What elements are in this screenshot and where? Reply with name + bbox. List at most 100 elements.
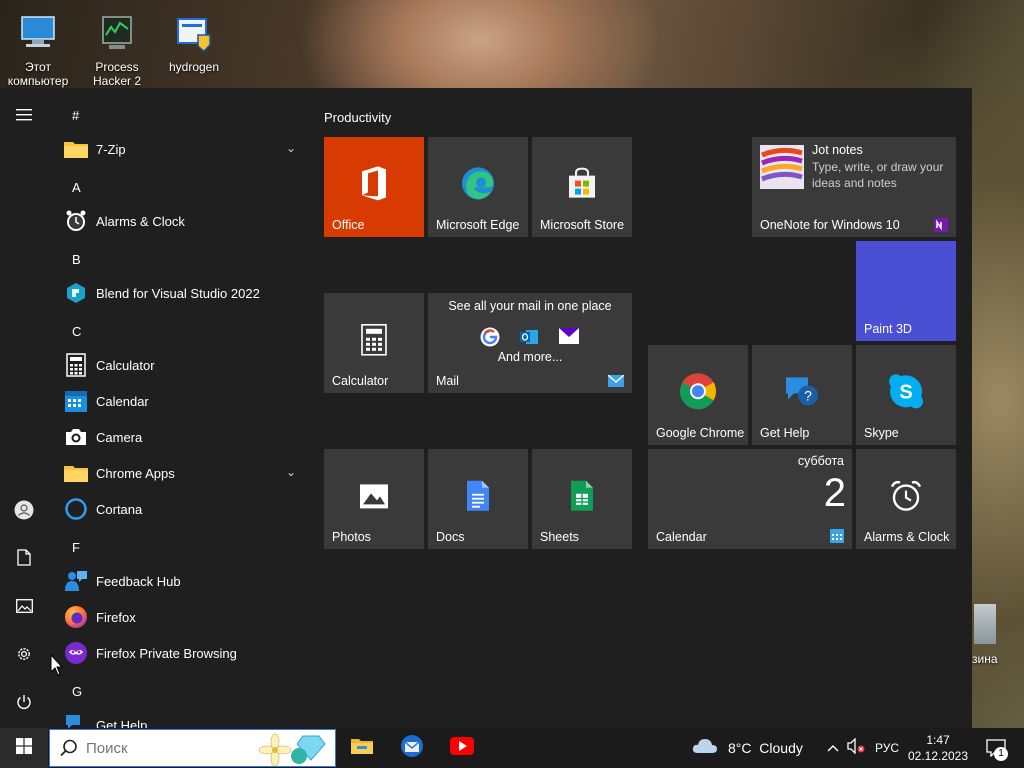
user-icon (14, 500, 34, 525)
start-rail (0, 88, 64, 728)
mail-tile-more: And more... (497, 350, 563, 364)
weather-widget[interactable]: 8°C Cloudy (692, 728, 812, 768)
taskbar-thunderbird[interactable] (390, 728, 434, 768)
blend-icon (62, 279, 90, 307)
mail-badge-icon (608, 375, 624, 387)
tile-label: Microsoft Edge (436, 218, 520, 232)
app-item-label: Firefox (96, 609, 136, 625)
tile-calendar[interactable]: суббота 2 Calendar (648, 449, 852, 549)
section-header-hash[interactable]: # (72, 108, 79, 123)
app-item-label: Feedback Hub (96, 573, 181, 589)
app-list[interactable]: # 7-Zip ⌄ A Alarms & Clock B Blend for V… (48, 88, 312, 728)
search-box[interactable] (49, 729, 336, 767)
desktop-icon-process-hacker[interactable]: Process Hacker 2 (81, 8, 153, 88)
tile-label: Get Help (760, 426, 810, 440)
tile-calculator[interactable]: Calculator (324, 293, 424, 393)
desktop-icon-label: hydrogen (168, 60, 220, 74)
document-icon (17, 549, 31, 571)
tile-google-chrome[interactable]: Google Chrome (648, 345, 748, 445)
desktop-icon-recycle-bin[interactable]: зина (972, 600, 1024, 670)
pictures-icon (15, 598, 33, 618)
desktop-icon-this-pc[interactable]: Этот компьютер (2, 8, 74, 88)
app-item-firefox-private[interactable]: Firefox Private Browsing (48, 635, 308, 671)
settings-button[interactable] (0, 632, 48, 680)
clock[interactable]: 1:47 02.12.2023 (906, 728, 970, 768)
app-item-blend[interactable]: Blend for Visual Studio 2022 (48, 275, 308, 311)
tile-photos[interactable]: Photos (324, 449, 424, 549)
tile-label: Google Chrome (656, 426, 745, 440)
app-item-chrome-apps[interactable]: Chrome Apps ⌄ (48, 455, 308, 491)
tile-get-help[interactable]: ? Get Help (752, 345, 852, 445)
tile-docs[interactable]: Docs (428, 449, 528, 549)
search-input[interactable] (86, 736, 256, 760)
tile-label: Photos (332, 530, 371, 544)
tile-mail[interactable]: See all your mail in one place And more.… (428, 293, 632, 393)
start-button[interactable] (0, 728, 48, 768)
user-account-button[interactable] (0, 488, 48, 536)
alarm-clock-icon (890, 480, 922, 511)
tray-overflow-button[interactable] (822, 728, 844, 768)
desktop-icon-hydrogen[interactable]: hydrogen (158, 8, 230, 74)
app-item-get-help[interactable]: Get Help (48, 707, 308, 728)
app-item-firefox[interactable]: Firefox (48, 599, 308, 635)
pictures-button[interactable] (0, 584, 48, 632)
tile-group-title[interactable]: Productivity (324, 110, 391, 125)
app-item-calendar[interactable]: Calendar (48, 383, 308, 419)
app-item-label: Calendar (96, 393, 149, 409)
onenote-preview-icon (760, 145, 804, 189)
power-button[interactable] (0, 680, 48, 728)
app-item-label: Get Help (96, 717, 148, 729)
private-browsing-icon (62, 639, 90, 667)
tile-onenote[interactable]: Jot notes Type, write, or draw your idea… (752, 137, 956, 237)
volume-button[interactable] (844, 728, 868, 768)
desktop-icon-label: Process Hacker 2 (92, 60, 142, 88)
tile-alarms-clock[interactable]: Alarms & Clock (856, 449, 956, 549)
language-indicator[interactable]: РУС (870, 728, 904, 768)
calculator-icon (361, 323, 387, 356)
expand-menu-button[interactable] (0, 92, 48, 140)
youtube-icon (450, 736, 474, 760)
app-item-label: Chrome Apps (96, 465, 175, 481)
section-header-g[interactable]: G (72, 684, 82, 699)
recycle-bin-icon (974, 604, 996, 644)
app-item-cortana[interactable]: Cortana (48, 491, 308, 527)
google-sheets-icon (571, 480, 593, 511)
app-item-calculator[interactable]: Calculator (48, 347, 308, 383)
app-item-7zip[interactable]: 7-Zip ⌄ (48, 131, 308, 167)
tile-label: Alarms & Clock (864, 530, 950, 544)
app-item-alarms[interactable]: Alarms & Clock (48, 203, 308, 239)
tile-label: Docs (436, 530, 465, 544)
app-item-feedback[interactable]: Feedback Hub (48, 563, 308, 599)
chevron-down-icon[interactable]: ⌄ (286, 465, 296, 479)
tile-office[interactable]: Office (324, 137, 424, 237)
section-header-b[interactable]: B (72, 252, 81, 267)
tile-label: Paint 3D (864, 322, 912, 336)
tile-label: OneNote for Windows 10 (760, 218, 900, 232)
section-header-c[interactable]: C (72, 324, 81, 339)
notification-center-button[interactable]: 1 (978, 728, 1014, 768)
cloud-icon (692, 738, 718, 759)
tile-paint-3d[interactable]: Paint 3D (856, 241, 956, 341)
calendar-day-number: 2 (823, 471, 846, 515)
taskbar-explorer[interactable] (340, 728, 384, 768)
tile-microsoft-store[interactable]: Microsoft Store (532, 137, 632, 237)
section-header-f[interactable]: F (72, 540, 80, 555)
app-item-label: Alarms & Clock (96, 213, 185, 229)
tile-microsoft-edge[interactable]: Microsoft Edge (428, 137, 528, 237)
app-item-camera[interactable]: Camera (48, 419, 308, 455)
firefox-icon (62, 603, 90, 631)
mail-tile-heading: See all your mail in one place (448, 299, 612, 313)
tile-skype[interactable]: S Skype (856, 345, 956, 445)
tile-sheets[interactable]: Sheets (532, 449, 632, 549)
app-item-label: Calculator (96, 357, 155, 373)
section-header-a[interactable]: A (72, 180, 81, 195)
documents-button[interactable] (0, 536, 48, 584)
chrome-icon (680, 373, 716, 410)
hamburger-icon (16, 106, 32, 126)
chevron-down-icon[interactable]: ⌄ (286, 141, 296, 155)
taskbar-youtube[interactable] (440, 728, 484, 768)
file-explorer-icon (351, 737, 373, 760)
tile-label: Sheets (540, 530, 579, 544)
computer-icon (16, 12, 60, 56)
notification-icon: 1 (986, 739, 1008, 761)
